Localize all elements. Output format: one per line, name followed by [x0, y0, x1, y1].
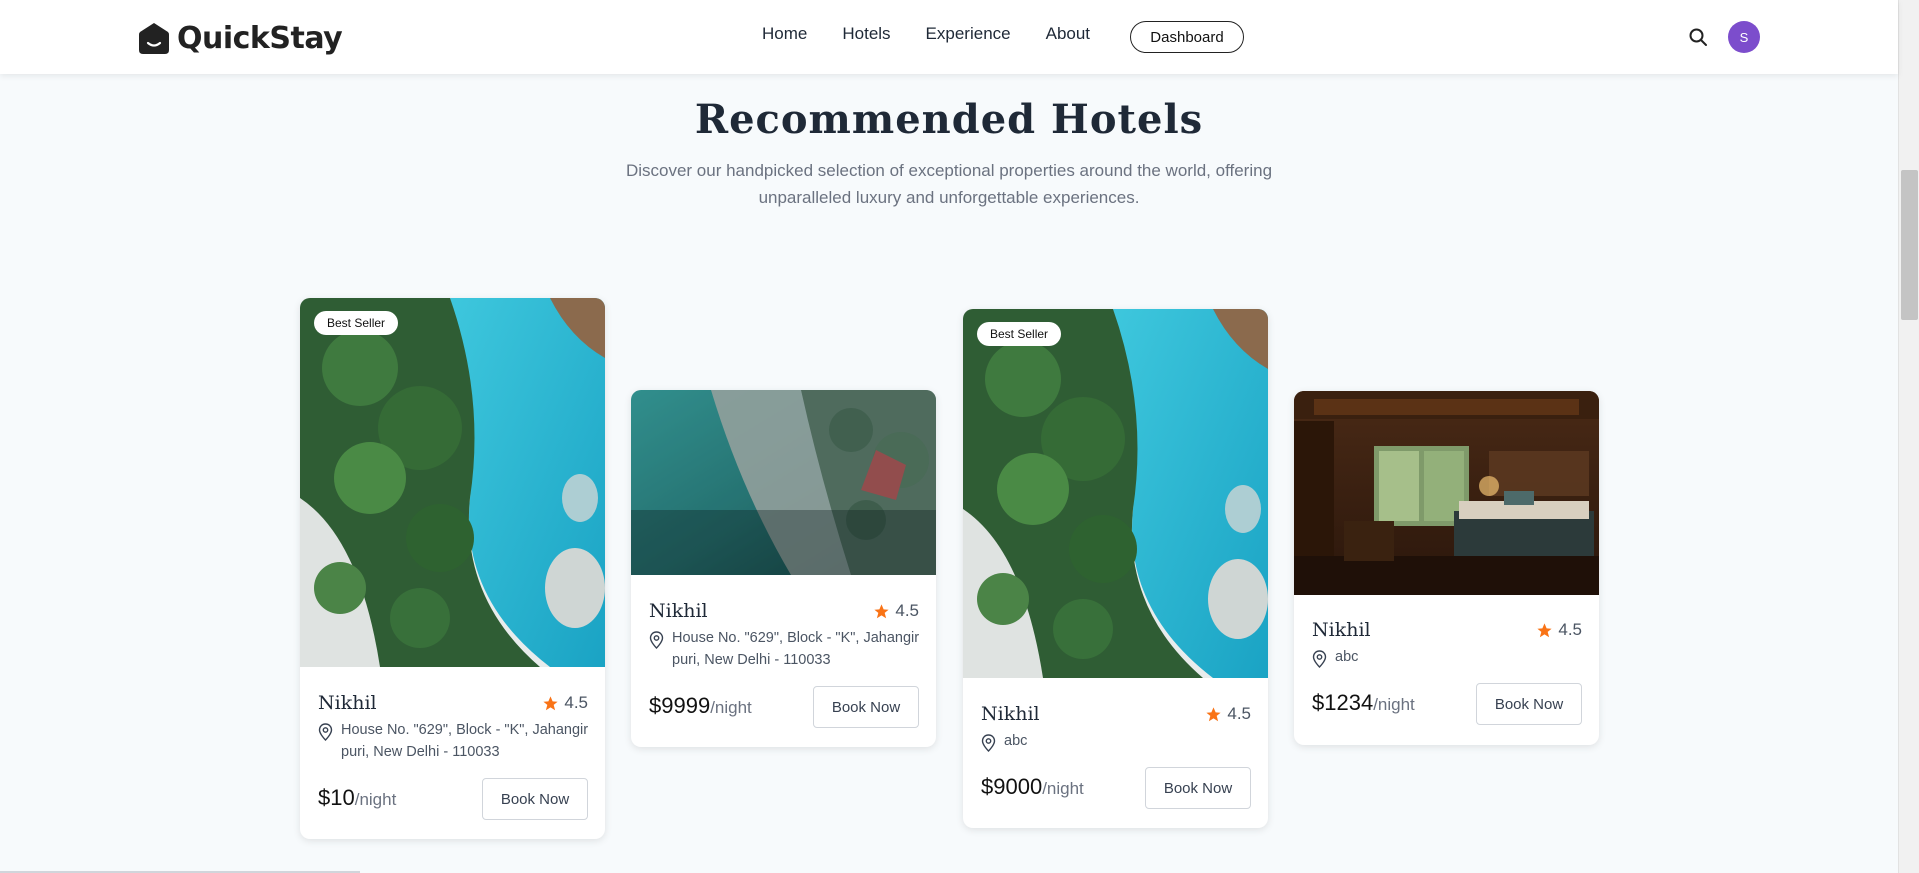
section-title: Recommended Hotels	[694, 96, 1204, 143]
star-icon	[1206, 706, 1221, 721]
best-seller-badge: Best Seller	[977, 322, 1062, 346]
hotel-card[interactable]: Best Seller Nikhil 4.5 abc $9000/night B…	[963, 309, 1268, 828]
address-text: abc	[1004, 733, 1028, 749]
hotel-image[interactable]: Best Seller	[963, 309, 1268, 678]
hotel-price: $9000/night	[981, 774, 1084, 800]
scrollbar-thumb[interactable]	[1901, 170, 1918, 320]
address-text: House No. "629", Block - "K", Jahangir p…	[672, 630, 920, 668]
hotel-address: abc	[981, 730, 1258, 752]
rating-value: 4.5	[1558, 620, 1582, 639]
hotel-name: Nikhil	[318, 692, 377, 714]
hotel-name: Nikhil	[981, 703, 1040, 725]
search-icon[interactable]	[1688, 27, 1708, 47]
address-text: abc	[1335, 649, 1359, 665]
beach-aerial-image	[631, 390, 936, 575]
location-pin-icon	[1312, 650, 1327, 668]
nav-link-about[interactable]: About	[1046, 24, 1090, 44]
nav-link-home[interactable]: Home	[762, 24, 807, 44]
price-value: $9000	[981, 774, 1043, 799]
hotel-rating: 4.5	[873, 601, 919, 621]
hotel-image[interactable]	[631, 390, 936, 575]
star-icon	[874, 603, 889, 618]
hotel-bedroom-image	[1294, 391, 1599, 595]
location-pin-icon	[649, 631, 664, 649]
price-unit: /night	[710, 698, 752, 717]
hotel-card[interactable]: Nikhil 4.5 abc $1234/night Book Now	[1294, 391, 1599, 745]
hotel-rating: 4.5	[542, 693, 588, 713]
hotel-price: $9999/night	[649, 693, 752, 719]
nav-links: Home Hotels Experience About	[762, 24, 1125, 44]
hotel-price: $10/night	[318, 785, 396, 811]
resort-pool-image	[300, 298, 605, 667]
price-value: $10	[318, 785, 355, 810]
best-seller-badge: Best Seller	[314, 311, 399, 335]
location-pin-icon	[981, 734, 996, 752]
hotel-name: Nikhil	[1312, 619, 1371, 641]
hotel-card[interactable]: Best Seller Nikhil 4.5 House No. "629", …	[300, 298, 605, 839]
hotel-rating: 4.5	[1205, 704, 1251, 724]
hotel-address: House No. "629", Block - "K", Jahangir p…	[318, 719, 595, 763]
rating-value: 4.5	[564, 693, 588, 712]
hotel-rating: 4.5	[1536, 620, 1582, 640]
book-now-button[interactable]: Book Now	[1145, 767, 1251, 809]
hotel-card[interactable]: Nikhil 4.5 House No. "629", Block - "K",…	[631, 390, 936, 747]
book-now-button[interactable]: Book Now	[482, 778, 588, 820]
hotel-image[interactable]	[1294, 391, 1599, 595]
location-pin-icon	[318, 723, 333, 741]
star-icon	[543, 695, 558, 710]
price-unit: /night	[354, 790, 397, 809]
nav-link-experience[interactable]: Experience	[926, 24, 1011, 44]
price-value: $9999	[649, 693, 711, 718]
hotel-price: $1234/night	[1312, 690, 1415, 716]
book-now-button[interactable]: Book Now	[813, 686, 919, 728]
price-unit: /night	[1042, 779, 1084, 798]
star-icon	[1537, 622, 1552, 637]
hotel-address: abc	[1312, 646, 1589, 668]
dashboard-button[interactable]: Dashboard	[1130, 21, 1244, 53]
navbar: QuickStay Home Hotels Experience About D…	[0, 0, 1898, 74]
price-value: $1234	[1312, 690, 1374, 715]
house-logo-icon	[139, 22, 169, 54]
page-scrollbar[interactable]	[1898, 0, 1919, 873]
book-now-button[interactable]: Book Now	[1476, 683, 1582, 725]
resort-pool-image	[963, 309, 1268, 678]
hotel-image[interactable]: Best Seller	[300, 298, 605, 667]
brand-name: QuickStay	[177, 20, 343, 56]
hotel-address: House No. "629", Block - "K", Jahangir p…	[649, 627, 926, 671]
price-unit: /night	[1373, 695, 1415, 714]
brand-logo[interactable]: QuickStay	[138, 18, 343, 58]
nav-link-hotels[interactable]: Hotels	[842, 24, 890, 44]
section-subtitle: Discover our handpicked selection of exc…	[625, 161, 1273, 207]
rating-value: 4.5	[1227, 704, 1251, 723]
address-text: House No. "629", Block - "K", Jahangir p…	[341, 722, 589, 760]
rating-value: 4.5	[895, 601, 919, 620]
hotel-name: Nikhil	[649, 600, 708, 622]
user-avatar[interactable]: S	[1728, 21, 1760, 53]
